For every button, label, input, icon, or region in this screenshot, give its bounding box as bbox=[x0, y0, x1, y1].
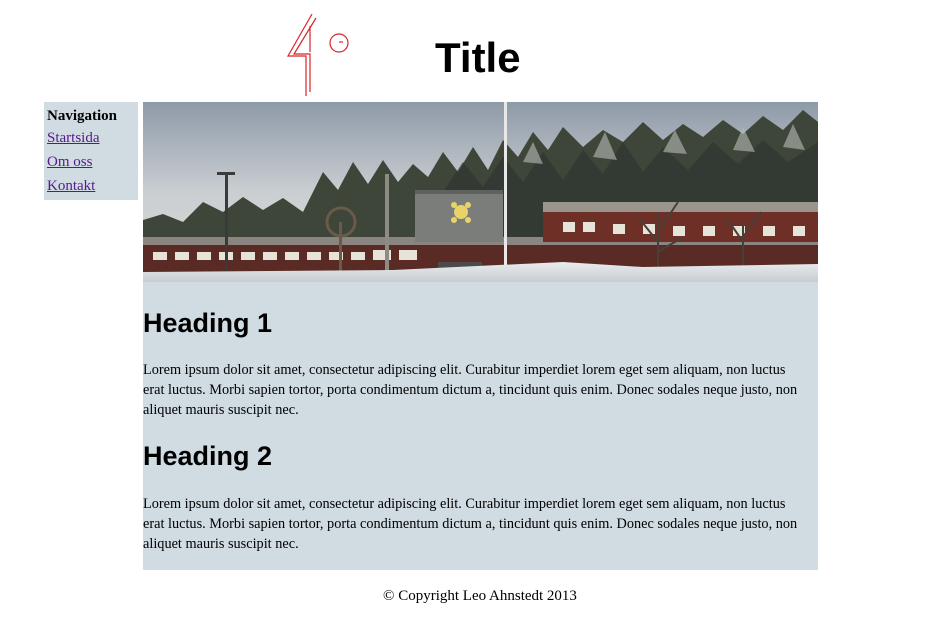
paragraph-2: Lorem ipsum dolor sit amet, consectetur … bbox=[143, 496, 798, 552]
nav-link-startsida[interactable]: Startsida bbox=[47, 129, 135, 147]
page: Title Navigation Startsida Om oss Kontak… bbox=[0, 0, 947, 617]
red-line-logo-icon bbox=[286, 13, 349, 96]
footer-copyright: © Copyright Leo Ahnstedt 2013 bbox=[383, 588, 577, 604]
navigation-heading: Navigation bbox=[47, 108, 118, 124]
heading-1: Heading 1 bbox=[143, 308, 273, 338]
school-building-winter-photo bbox=[143, 102, 818, 282]
nav-link-om-oss[interactable]: Om oss bbox=[47, 153, 135, 171]
heading-2: Heading 2 bbox=[143, 441, 273, 471]
main-content: Heading 1 Lorem ipsum dolor sit amet, co… bbox=[143, 102, 818, 570]
navigation-panel: Navigation Startsida Om oss Kontakt bbox=[44, 102, 138, 200]
paragraph-1: Lorem ipsum dolor sit amet, consectetur … bbox=[143, 362, 798, 418]
nav-link-kontakt[interactable]: Kontakt bbox=[47, 177, 135, 195]
site-title: Title bbox=[435, 34, 521, 81]
